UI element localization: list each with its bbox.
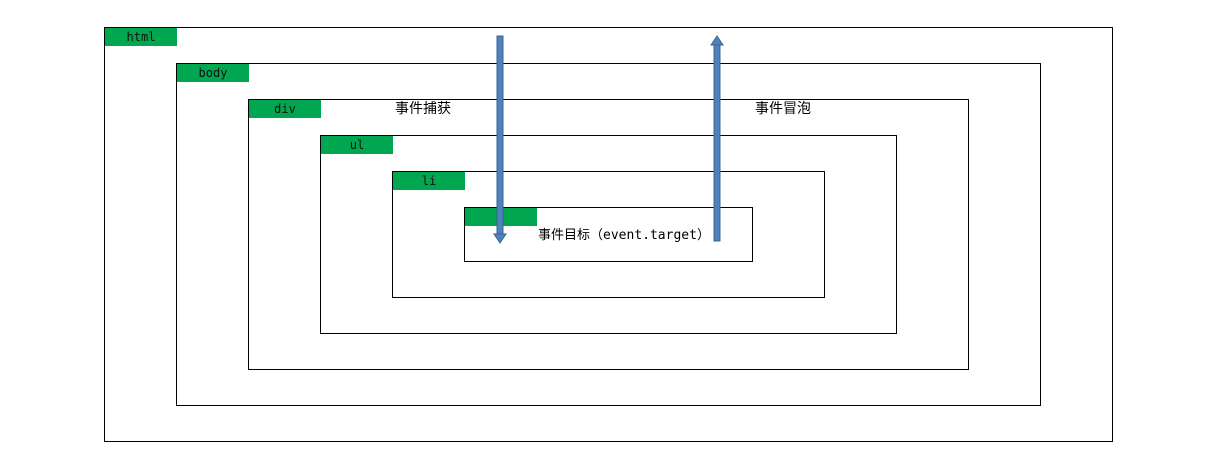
arrows-layer (493, 35, 724, 244)
arrow-up-icon (710, 35, 724, 242)
arrow-down-icon (493, 35, 507, 244)
